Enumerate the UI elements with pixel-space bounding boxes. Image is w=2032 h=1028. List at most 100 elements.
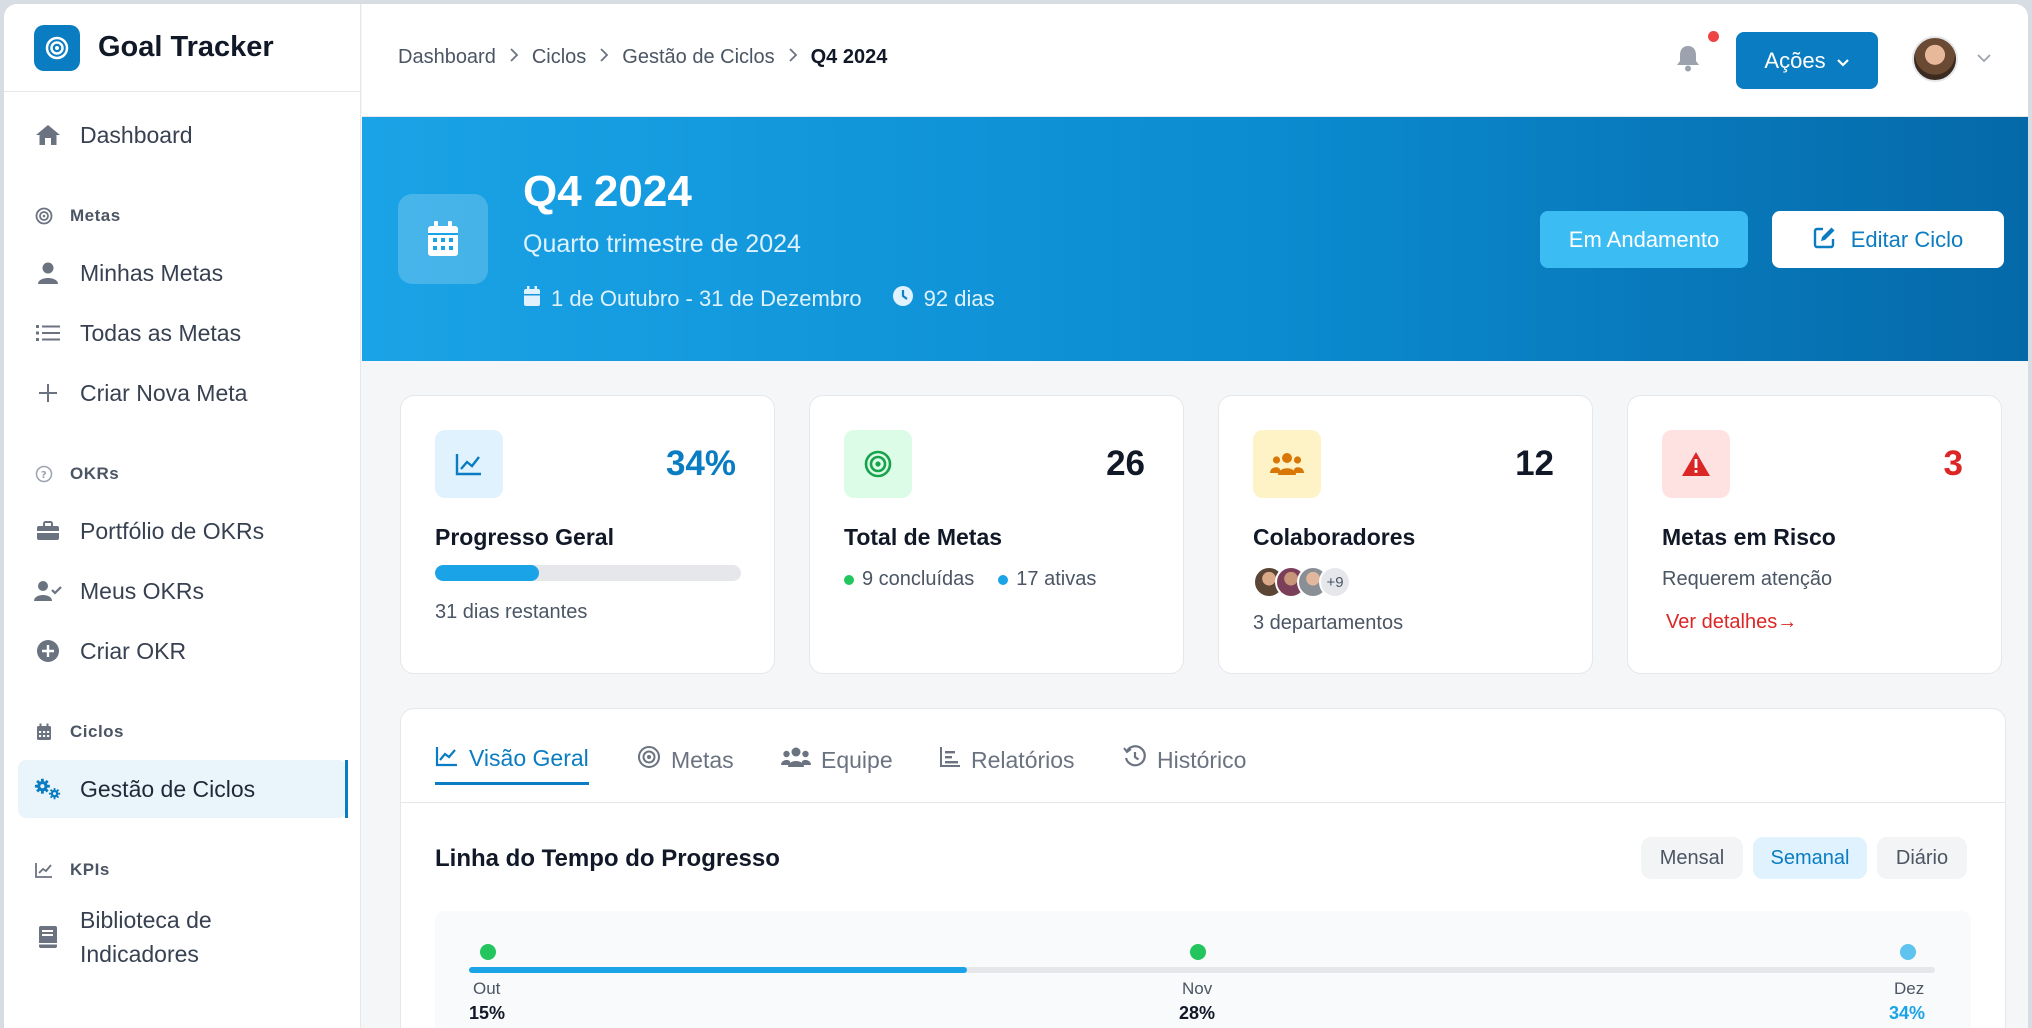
timeline-value: 34% xyxy=(1889,1003,1926,1023)
goals-completed: 9 concluídas xyxy=(862,568,975,590)
chart-line-icon xyxy=(435,430,503,498)
timeline-label: Out xyxy=(473,979,501,998)
timeline-marker-dez[interactable] xyxy=(1900,944,1916,960)
sidebar-item-label: Portfólio de OKRs xyxy=(80,517,265,544)
sidebar-item-label: Meus OKRs xyxy=(80,577,204,604)
home-icon xyxy=(34,121,62,149)
cycle-meta: 1 de Outubro - 31 de Dezembro 92 dias xyxy=(523,285,1025,313)
cycle-title: Q4 2024 xyxy=(523,167,692,216)
sidebar-item-minhas-metas[interactable]: Minhas Metas xyxy=(18,244,346,302)
timeline-value: 28% xyxy=(1179,1003,1216,1023)
chevron-right-icon xyxy=(509,47,519,68)
sidebar-item-criar-meta[interactable]: Criar Nova Meta xyxy=(18,364,346,422)
risk-title: Metas em Risco xyxy=(1662,524,1836,550)
goals-value: 26 xyxy=(1106,444,1145,483)
tab-equipe[interactable]: Equipe xyxy=(781,735,893,785)
chevron-right-icon xyxy=(599,47,609,68)
chevron-down-icon xyxy=(1836,48,1850,74)
briefcase-icon xyxy=(34,517,62,545)
sidebar-item-label: Biblioteca de Indicadores xyxy=(80,907,212,967)
range-mensal-button[interactable]: Mensal xyxy=(1641,837,1743,879)
avatar-more-count: +9 xyxy=(1319,566,1351,598)
breadcrumb-link[interactable]: Ciclos xyxy=(532,46,586,69)
chevron-right-icon xyxy=(788,47,798,68)
timeline-title: Linha do Tempo do Progresso xyxy=(435,845,780,872)
timeline-track xyxy=(469,967,1935,973)
actions-button[interactable]: Ações xyxy=(1736,32,1878,89)
tab-label: Visão Geral xyxy=(469,745,589,771)
chart-line-icon xyxy=(435,745,459,773)
cycle-duration-wrap: 92 dias xyxy=(892,285,995,313)
sidebar-item-gestao-ciclos[interactable]: Gestão de Ciclos xyxy=(18,760,348,818)
edit-cycle-label: Editar Ciclo xyxy=(1850,226,1964,252)
tab-relatorios[interactable]: Relatórios xyxy=(939,735,1075,785)
tab-visao-geral[interactable]: Visão Geral xyxy=(435,735,589,785)
progress-title: Progresso Geral xyxy=(435,524,614,550)
days-remaining: 31 dias restantes xyxy=(435,601,588,623)
user-icon xyxy=(34,259,62,287)
section-title: Ciclos xyxy=(70,722,125,741)
sidebar-item-todas-metas[interactable]: Todas as Metas xyxy=(18,304,346,362)
sidebar-item-label: Minhas Metas xyxy=(80,259,224,286)
breadcrumb-link[interactable]: Dashboard xyxy=(398,46,496,69)
edit-cycle-button[interactable]: Editar Ciclo xyxy=(1772,211,2004,268)
calendar-icon xyxy=(398,194,488,284)
sidebar-item-label: Criar OKR xyxy=(80,637,187,664)
sidebar-item-portfolio-okrs[interactable]: Portfólio de OKRs xyxy=(18,502,346,560)
timeline-track-fill xyxy=(469,967,968,973)
section-kpis: KPIs xyxy=(4,844,360,896)
bell-icon[interactable] xyxy=(1675,44,1701,72)
avatar-stack[interactable]: +9 xyxy=(1253,566,1351,598)
section-title: Metas xyxy=(70,206,121,225)
progress-value: 34% xyxy=(665,444,736,483)
sidebar-item-meus-okrs[interactable]: Meus OKRs xyxy=(18,562,346,620)
notification-dot xyxy=(1708,31,1719,42)
breadcrumb-link[interactable]: Gestão de Ciclos xyxy=(622,46,774,69)
cycle-hero: Q4 2024 Quarto trimestre de 2024 1 de Ou… xyxy=(362,117,2028,361)
timeline-marker-out[interactable] xyxy=(480,944,496,960)
risk-note: Requerem atenção xyxy=(1662,568,1833,590)
stat-card-goals: 26 Total de Metas 9 concluídas 17 ativas xyxy=(809,395,1184,674)
active-dot xyxy=(998,574,1009,585)
tab-historico[interactable]: Histórico xyxy=(1123,735,1246,785)
collaborators-title: Colaboradores xyxy=(1253,524,1416,550)
range-diario-button[interactable]: Diário xyxy=(1877,837,1967,879)
sidebar-item-dashboard[interactable]: Dashboard xyxy=(18,106,346,164)
cycle-details-panel: Visão Geral Metas Equipe Relatórios Hist… xyxy=(400,708,2006,1028)
status-badge[interactable]: Em Andamento xyxy=(1540,211,1748,268)
cycle-date-range: 1 de Outubro - 31 de Dezembro xyxy=(551,286,862,311)
clock-icon xyxy=(892,285,914,313)
timeline-value: 15% xyxy=(469,1003,506,1023)
tab-bar: Visão Geral Metas Equipe Relatórios Hist… xyxy=(401,709,2005,803)
user-avatar[interactable] xyxy=(1912,36,1958,82)
cycle-subtitle: Quarto trimestre de 2024 xyxy=(523,230,801,258)
bullseye-icon xyxy=(844,430,912,498)
timeline-marker-nov[interactable] xyxy=(1190,944,1206,960)
section-okrs: ? OKRs xyxy=(4,448,360,500)
users-icon xyxy=(781,746,811,774)
risk-details-link[interactable]: Ver detalhes→ xyxy=(1666,611,1797,634)
chevron-down-icon[interactable] xyxy=(1976,50,1992,68)
warning-icon xyxy=(1662,430,1730,498)
sidebar-item-criar-okr[interactable]: Criar OKR xyxy=(18,622,346,680)
section-title: KPIs xyxy=(70,860,110,879)
actions-label: Ações xyxy=(1764,47,1826,73)
user-check-icon xyxy=(34,577,62,605)
goals-active: 17 ativas xyxy=(1016,568,1097,590)
tab-metas[interactable]: Metas xyxy=(637,735,734,785)
stat-card-risk: 3 Metas em Risco Requerem atenção Ver de… xyxy=(1627,395,2002,674)
range-semanal-button[interactable]: Semanal xyxy=(1753,837,1867,879)
brand[interactable]: Goal Tracker xyxy=(4,4,360,92)
completed-dot xyxy=(844,574,854,585)
sidebar-item-biblioteca-indicadores[interactable]: Biblioteca de Indicadores xyxy=(18,898,346,976)
target-logo-icon xyxy=(34,24,80,71)
tab-label: Metas xyxy=(671,746,734,773)
line-chart-icon xyxy=(34,860,54,880)
question-circle-icon: ? xyxy=(34,464,54,484)
stat-card-progress: 34% Progresso Geral 31 dias restantes xyxy=(400,395,775,674)
svg-text:?: ? xyxy=(41,470,47,481)
goals-title: Total de Metas xyxy=(844,524,1003,550)
sidebar-item-label: Dashboard xyxy=(80,121,193,148)
sidebar: Goal Tracker Dashboard Metas Minhas Meta… xyxy=(4,4,361,1028)
calendar-icon xyxy=(523,285,541,313)
